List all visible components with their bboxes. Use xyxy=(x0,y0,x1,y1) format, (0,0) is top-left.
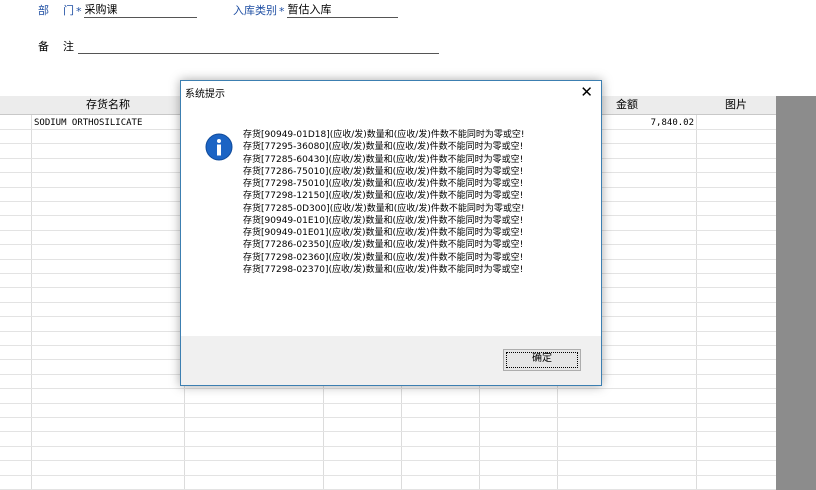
note-label: 备 注 xyxy=(38,40,74,53)
dialog-message-line: 存货[77285-60430](应收/发)数量和(应收/发)件数不能同时为零或空… xyxy=(243,154,524,165)
dialog-message-line: 存货[77298-12150](应收/发)数量和(应收/发)件数不能同时为零或空… xyxy=(243,191,524,202)
inbound-type-input[interactable]: 暂估入库 xyxy=(286,3,398,18)
dialog-message-line: 存货[90949-01E10](应收/发)数量和(应收/发)件数不能同时为零或空… xyxy=(243,215,524,226)
dialog-message-line: 存货[77295-36080](应收/发)数量和(应收/发)件数不能同时为零或空… xyxy=(243,142,524,153)
close-icon[interactable]: ✕ xyxy=(580,82,593,102)
dialog-message-list: 存货[90949-01D18](应收/发)数量和(应收/发)件数不能同时为零或空… xyxy=(243,129,524,276)
department-input[interactable]: 采购课 xyxy=(83,3,197,18)
dialog-message-line: 存货[77286-02350](应收/发)数量和(应收/发)件数不能同时为零或空… xyxy=(243,240,524,251)
dialog-message-line: 存货[77286-75010](应收/发)数量和(应收/发)件数不能同时为零或空… xyxy=(243,166,524,177)
grid-empty-area xyxy=(776,96,816,490)
ok-button-label: 确定 xyxy=(532,353,552,364)
inbound-type-label: 入库类别 xyxy=(233,4,277,17)
grid-row-divider xyxy=(0,431,776,432)
dialog-message-line: 存货[77298-75010](应收/发)数量和(应收/发)件数不能同时为零或空… xyxy=(243,179,524,189)
header-item-name[interactable]: 存货名称 xyxy=(32,96,184,114)
ok-button[interactable]: 确定 xyxy=(503,349,581,371)
department-label: 部 门 xyxy=(38,4,74,17)
grid-row-divider xyxy=(0,460,776,461)
dialog-message-line: 存货[77298-02360](应收/发)数量和(应收/发)件数不能同时为零或空… xyxy=(243,252,524,263)
grid-row-divider xyxy=(0,475,776,476)
dialog-message-line: 存货[90949-01E01](应收/发)数量和(应收/发)件数不能同时为零或空… xyxy=(243,228,524,238)
grid-row-divider xyxy=(0,388,776,389)
note-input[interactable] xyxy=(78,39,439,54)
inbound-type-field: 入库类别 * 暂估入库 xyxy=(233,2,398,18)
note-field: 备 注 xyxy=(38,38,439,54)
row-1-item-name[interactable]: SODIUM ORTHOSILICATE xyxy=(34,118,142,128)
system-prompt-dialog: 系统提示 ✕ 存货[90949-01D18](应收/发)数量和(应收/发)件数不… xyxy=(180,80,602,386)
header-image[interactable]: 图片 xyxy=(696,96,776,114)
dialog-title: 系统提示 xyxy=(185,89,225,100)
grid-row-divider xyxy=(0,417,776,418)
department-field: 部 门 * 采购课 xyxy=(38,2,197,18)
department-required-mark: * xyxy=(76,5,82,18)
dialog-message-line: 存货[90949-01D18](应收/发)数量和(应收/发)件数不能同时为零或空… xyxy=(243,130,525,140)
dialog-message-line: 存货[77285-0D300](应收/发)数量和(应收/发)件数不能同时为零或空… xyxy=(243,203,525,214)
inbound-type-required-mark: * xyxy=(279,5,285,18)
grid-row-divider xyxy=(0,403,776,404)
grid-row-divider xyxy=(0,446,776,447)
info-icon xyxy=(205,133,233,161)
dialog-footer: 确定 xyxy=(181,336,601,385)
dialog-message-line: 存货[77298-02370](应收/发)数量和(应收/发)件数不能同时为零或空… xyxy=(243,264,524,275)
